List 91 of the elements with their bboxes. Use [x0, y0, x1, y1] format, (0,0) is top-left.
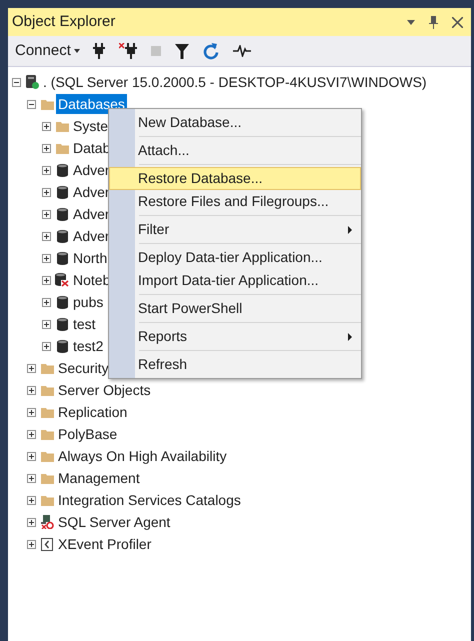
- folder-icon: [40, 384, 54, 396]
- stop-icon: [150, 46, 161, 56]
- expand-toggle-icon[interactable]: [27, 408, 36, 416]
- tree-item[interactable]: pubs: [71, 292, 106, 312]
- close-icon[interactable]: [452, 16, 463, 28]
- caret-icon: [74, 49, 80, 53]
- tree-item[interactable]: Always On High Availability: [56, 446, 229, 466]
- tree-item[interactable]: XEvent Profiler: [56, 534, 154, 554]
- folder-icon: [56, 142, 68, 154]
- menu-item[interactable]: New Database...: [109, 111, 361, 134]
- folder-icon: [40, 494, 54, 506]
- expand-toggle-icon[interactable]: [42, 342, 51, 350]
- menu-item[interactable]: Restore Database...: [109, 167, 361, 190]
- database-icon: [56, 208, 68, 220]
- tree-item[interactable]: North: [71, 248, 110, 268]
- tree-item[interactable]: Syste: [71, 116, 110, 136]
- profiler-icon: [41, 538, 53, 550]
- menu-item[interactable]: Start PowerShell: [109, 297, 361, 320]
- expand-toggle-icon[interactable]: [42, 122, 51, 130]
- expand-toggle-icon[interactable]: [27, 386, 36, 394]
- tree-item[interactable]: Databases: [56, 94, 127, 114]
- expand-toggle-icon[interactable]: [42, 166, 51, 174]
- collapse-toggle-icon[interactable]: [27, 100, 36, 108]
- menu-item[interactable]: Deploy Data-tier Application...: [109, 246, 361, 269]
- tree-item[interactable]: Security: [56, 358, 111, 378]
- tree-item[interactable]: Adver: [71, 182, 112, 202]
- toolbar-button[interactable]: [92, 41, 106, 61]
- expand-toggle-icon[interactable]: [42, 210, 51, 218]
- connect-button[interactable]: Connect: [15, 40, 80, 62]
- database-error-icon: [55, 273, 69, 287]
- tree-item[interactable]: . (SQL Server 15.0.2000.5 - DESKTOP-4KUSVI7\WINDOWS): [41, 72, 429, 92]
- database-icon: [56, 318, 68, 330]
- menu-item[interactable]: Attach...: [109, 139, 361, 162]
- refresh-icon: [202, 42, 219, 60]
- tree-item[interactable]: Adver: [71, 204, 112, 224]
- toolbar-button[interactable]: [118, 41, 138, 61]
- tree-item[interactable]: PolyBase: [56, 424, 120, 444]
- menu-item[interactable]: Reports: [109, 325, 361, 348]
- collapse-toggle-icon[interactable]: [12, 78, 21, 86]
- database-icon: [56, 230, 68, 242]
- tree-item[interactable]: test2: [71, 336, 106, 356]
- menu-item[interactable]: Import Data-tier Application...: [109, 269, 361, 292]
- database-icon: [56, 340, 68, 352]
- expand-toggle-icon[interactable]: [27, 518, 36, 526]
- tree-item[interactable]: Server Objects: [56, 380, 153, 400]
- folder-icon: [56, 120, 68, 132]
- database-icon: [56, 252, 68, 264]
- expand-toggle-icon[interactable]: [27, 364, 36, 372]
- submenu-arrow-icon: [348, 226, 352, 234]
- plug-icon: [92, 43, 105, 59]
- activity-icon: [232, 45, 251, 57]
- database-icon: [56, 296, 68, 308]
- folder-icon: [40, 98, 54, 110]
- tree-item[interactable]: Integration Services Catalogs: [56, 490, 243, 510]
- folder-icon: [40, 406, 54, 418]
- folder-icon: [40, 428, 54, 440]
- plug-remove-icon: [118, 43, 137, 59]
- tree-item[interactable]: Replication: [56, 402, 130, 422]
- server-icon: [26, 75, 38, 89]
- menu-item[interactable]: Filter: [109, 218, 361, 241]
- menu-item[interactable]: Refresh: [109, 353, 361, 376]
- expand-toggle-icon[interactable]: [42, 276, 51, 284]
- submenu-arrow-icon: [348, 332, 352, 340]
- menu-item[interactable]: Restore Files and Filegroups...: [109, 190, 361, 213]
- expand-toggle-icon[interactable]: [42, 188, 51, 196]
- expand-toggle-icon[interactable]: [27, 452, 36, 460]
- expand-toggle-icon[interactable]: [27, 474, 36, 482]
- toolbar-button[interactable]: [174, 41, 190, 61]
- database-icon: [56, 164, 68, 176]
- agent-icon: [40, 515, 54, 529]
- expand-toggle-icon[interactable]: [42, 298, 51, 306]
- database-icon: [56, 186, 68, 198]
- tree-item[interactable]: Management: [56, 468, 142, 488]
- dropdown-icon[interactable]: [407, 20, 415, 24]
- expand-toggle-icon[interactable]: [42, 320, 51, 328]
- expand-toggle-icon[interactable]: [42, 232, 51, 240]
- filter-icon: [174, 44, 189, 58]
- expand-toggle-icon[interactable]: [42, 254, 51, 262]
- expand-toggle-icon[interactable]: [42, 144, 51, 152]
- panel-title: Object Explorer: [12, 12, 116, 32]
- folder-icon: [40, 362, 54, 374]
- tree-item[interactable]: Adver: [71, 160, 112, 180]
- expand-toggle-icon[interactable]: [27, 430, 36, 438]
- tree-item[interactable]: SQL Server Agent: [56, 512, 172, 532]
- expand-toggle-icon[interactable]: [27, 540, 36, 548]
- expand-toggle-icon[interactable]: [27, 496, 36, 504]
- pin-icon[interactable]: [429, 16, 438, 28]
- tree-item[interactable]: test: [71, 314, 98, 334]
- folder-icon: [40, 472, 54, 484]
- folder-icon: [40, 450, 54, 462]
- tree-item[interactable]: Adver: [71, 226, 112, 246]
